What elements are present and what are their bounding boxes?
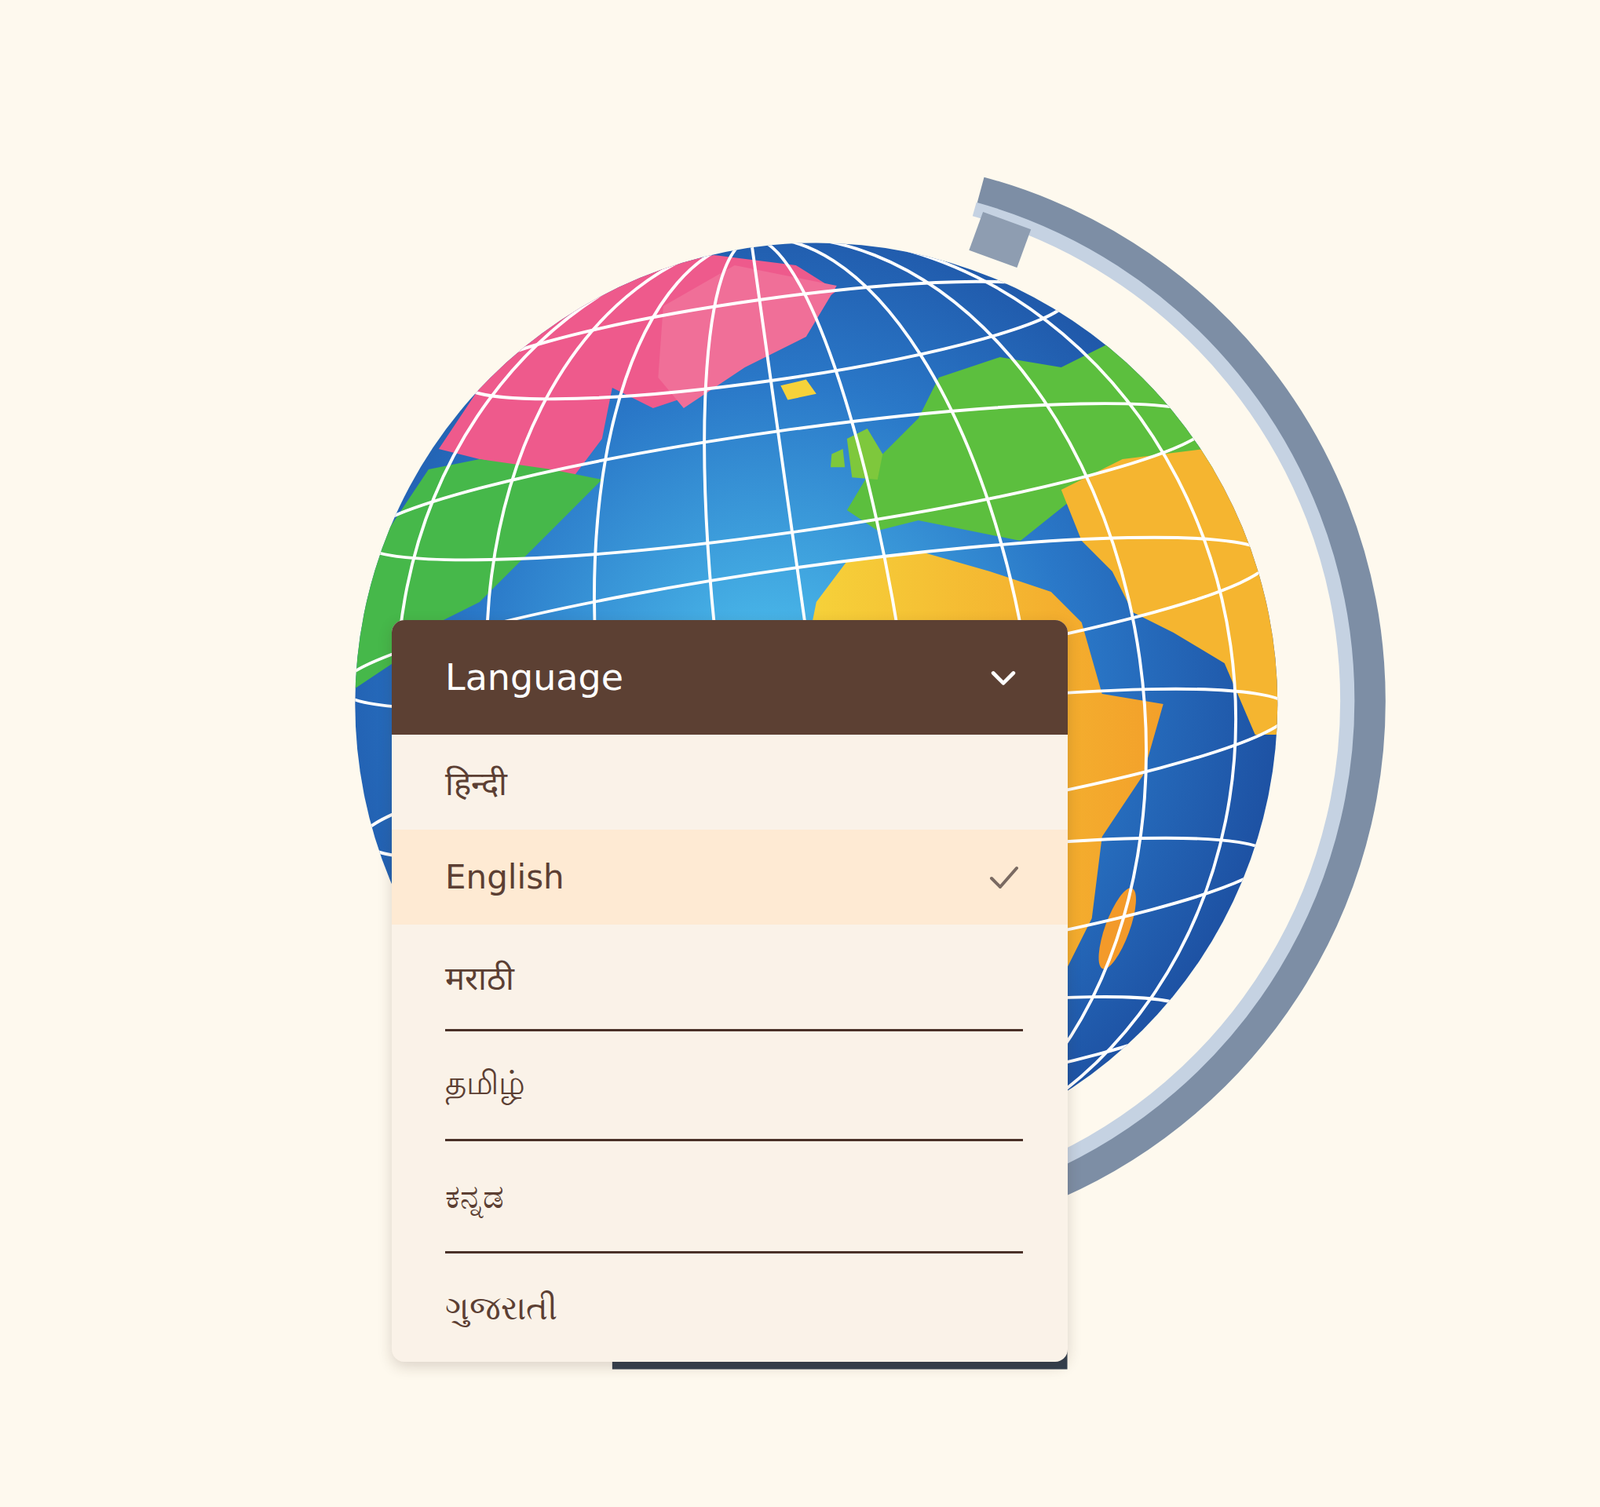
language-option[interactable]: English — [391, 829, 1068, 925]
dropdown-title: Language — [445, 656, 624, 699]
chevron-down-icon[interactable] — [986, 660, 1021, 695]
option-label: ಕನ್ನಡ — [445, 1177, 505, 1217]
language-option[interactable]: ಕನ್ನಡ — [391, 1141, 1068, 1254]
language-option[interactable]: தமிழ் — [391, 1031, 1068, 1142]
option-label: मराठी — [445, 954, 515, 1000]
check-icon — [985, 858, 1023, 897]
option-label: ગુજરાતી — [445, 1289, 558, 1328]
language-option[interactable]: ગુજરાતી — [391, 1253, 1068, 1363]
language-option[interactable]: हिन्दी — [391, 734, 1068, 830]
option-label: हिन्दी — [445, 759, 508, 805]
language-option[interactable]: मराठी — [391, 924, 1068, 1032]
language-dropdown[interactable]: Language हिन्दी English मराठी தமிழ் ಕನ್ನಡ ગુજર… — [391, 620, 1068, 1363]
option-label: தமிழ் — [445, 1063, 526, 1107]
dropdown-header[interactable]: Language — [391, 620, 1068, 735]
option-label: English — [445, 858, 565, 897]
